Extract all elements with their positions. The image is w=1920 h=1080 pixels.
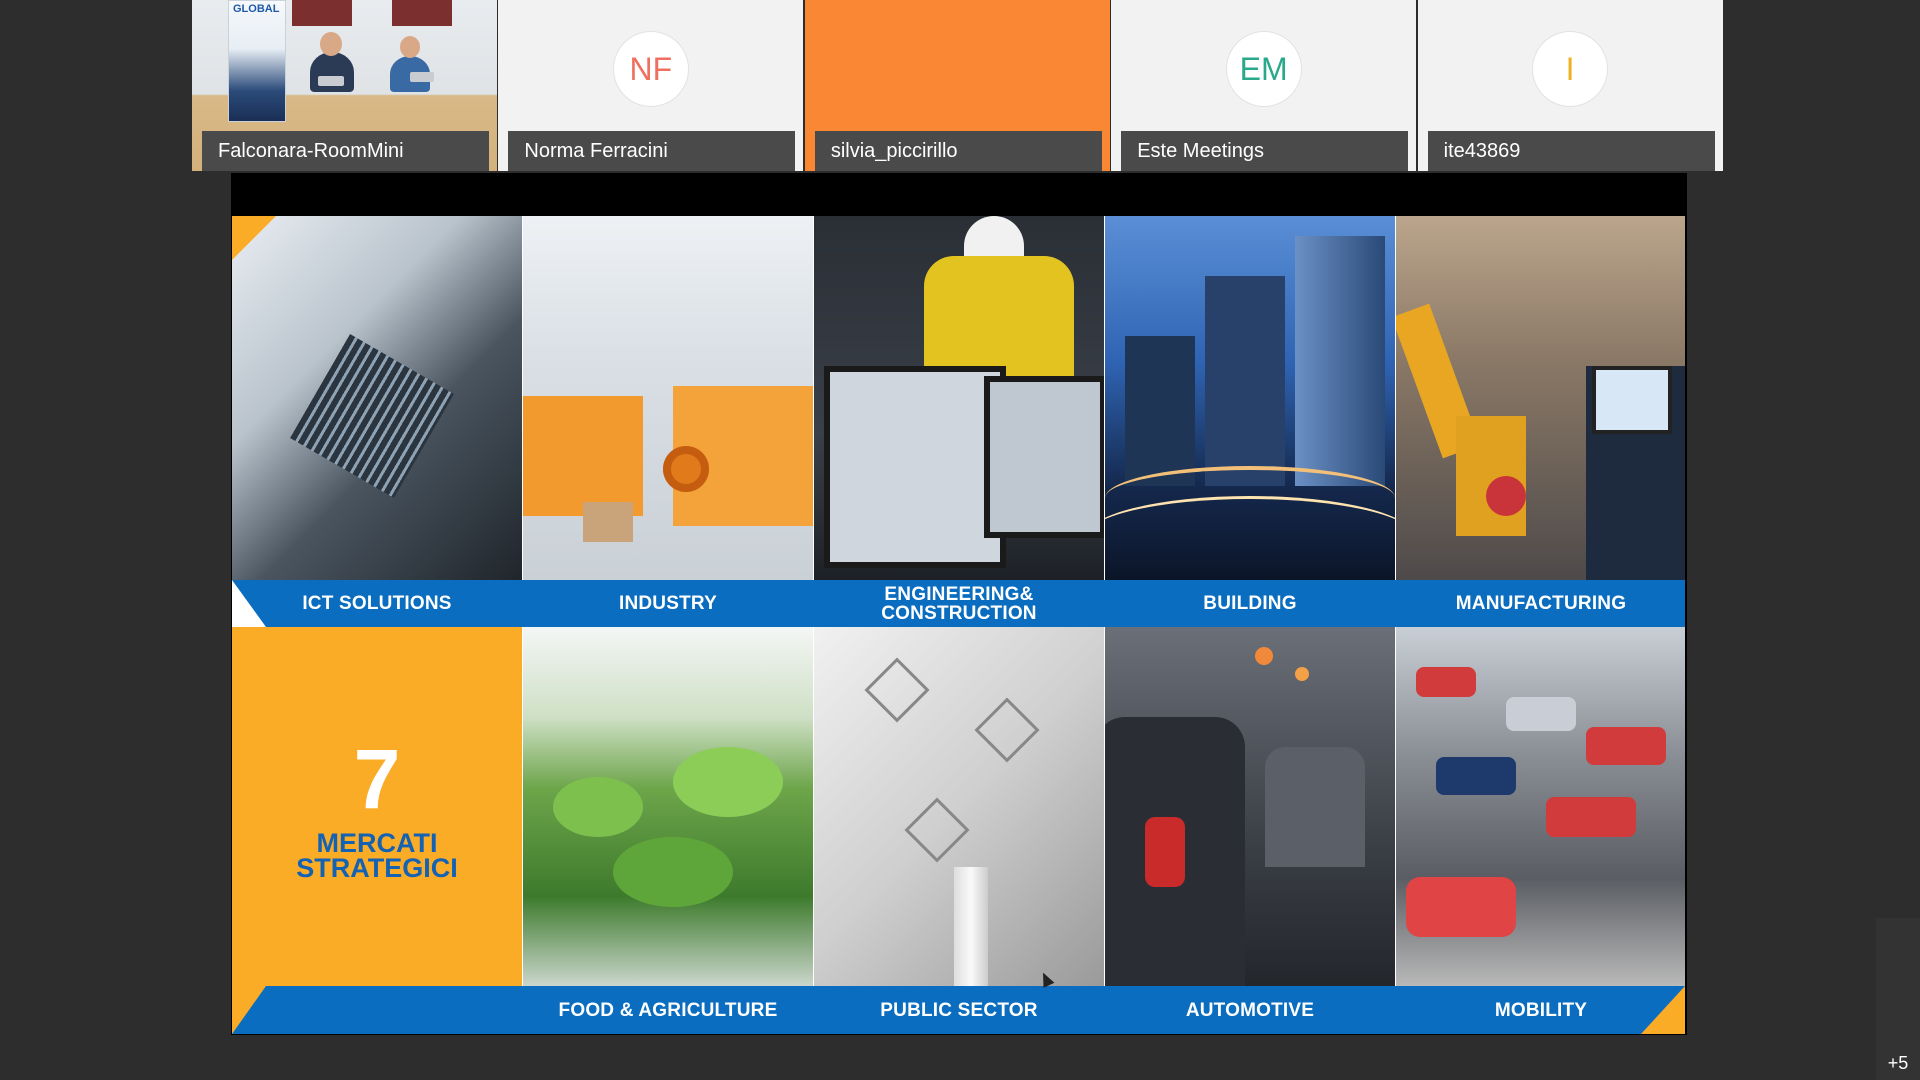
participant-name: Norma Ferracini xyxy=(508,131,796,171)
participant-tile-video[interactable]: GLOBAL Falconara-RoomMini xyxy=(192,0,498,171)
photo-public-sector xyxy=(814,627,1104,986)
participant-tile[interactable]: NF Norma Ferracini xyxy=(498,0,805,171)
rollup-banner: GLOBAL xyxy=(228,0,286,122)
label-manufacturing: MANUFACTURING xyxy=(1455,593,1627,614)
label-line: CONSTRUCTION xyxy=(881,602,1037,624)
label-automotive: AUTOMOTIVE xyxy=(1185,999,1315,1021)
participant-tile[interactable]: I ite43869 xyxy=(1417,0,1724,171)
laptop xyxy=(410,72,434,82)
banner-logo-text: GLOBAL xyxy=(233,3,280,15)
label-ict-solutions: ICT SOLUTIONS xyxy=(302,593,452,614)
label-mobility: MOBILITY xyxy=(1494,999,1588,1021)
more-participants-button[interactable]: +5 xyxy=(1876,918,1920,1080)
photo-automotive xyxy=(1105,627,1395,986)
label-public-sector: PUBLIC SECTOR xyxy=(880,999,1038,1021)
participant-strip: GLOBAL Falconara-RoomMini NF Norma Ferra… xyxy=(192,0,1724,171)
label-line: ENGINEERING& xyxy=(884,583,1034,605)
avatar-initials: I xyxy=(1565,50,1575,87)
photo-engineering xyxy=(814,216,1104,580)
presentation-slide[interactable]: ICT SOLUTIONS INDUSTRY ENGINEERING& CONS… xyxy=(232,216,1685,1034)
label-building: BUILDING xyxy=(1203,593,1297,614)
participant-avatar: NF xyxy=(613,32,688,106)
participant-name: ite43869 xyxy=(1427,131,1715,171)
photo-industry xyxy=(523,216,813,580)
photo-manufacturing xyxy=(1396,216,1685,580)
band-corner xyxy=(232,986,266,1034)
label-industry: INDUSTRY xyxy=(618,593,717,614)
participant-avatar: EM xyxy=(1226,32,1301,106)
markets-title: MERCATI STRATEGICI xyxy=(232,830,522,883)
markets-count: 7 xyxy=(353,732,401,826)
photo-mobility xyxy=(1396,627,1685,986)
wall-poster xyxy=(292,0,352,26)
wall-poster xyxy=(392,0,452,26)
markets-title-line: STRATEGICI xyxy=(296,853,458,883)
label-food-agriculture: FOOD & AGRICULTURE xyxy=(558,999,778,1021)
participant-name: silvia_piccirillo xyxy=(814,131,1102,171)
laptop xyxy=(318,76,344,86)
person-figure xyxy=(310,52,354,92)
participant-name: Falconara-RoomMini xyxy=(202,131,489,171)
participant-tile-active-speaker[interactable]: silvia_piccirillo xyxy=(804,0,1111,171)
photo-building xyxy=(1105,216,1395,580)
participant-name: Este Meetings xyxy=(1121,131,1409,171)
avatar-initials: EM xyxy=(1239,50,1288,87)
highlight-panel: 7 MERCATI STRATEGICI xyxy=(232,627,522,1034)
person-head xyxy=(400,36,420,58)
person-head xyxy=(320,32,342,56)
photo-food-agriculture xyxy=(523,627,813,986)
participant-tile[interactable]: EM Este Meetings xyxy=(1111,0,1418,171)
participant-avatar: I xyxy=(1533,32,1608,106)
more-participants-count: +5 xyxy=(1887,1053,1909,1073)
avatar-initials: NF xyxy=(629,50,673,87)
photo-ict xyxy=(232,216,522,580)
label-engineering-construction: ENGINEERING& CONSTRUCTION xyxy=(814,580,1104,627)
